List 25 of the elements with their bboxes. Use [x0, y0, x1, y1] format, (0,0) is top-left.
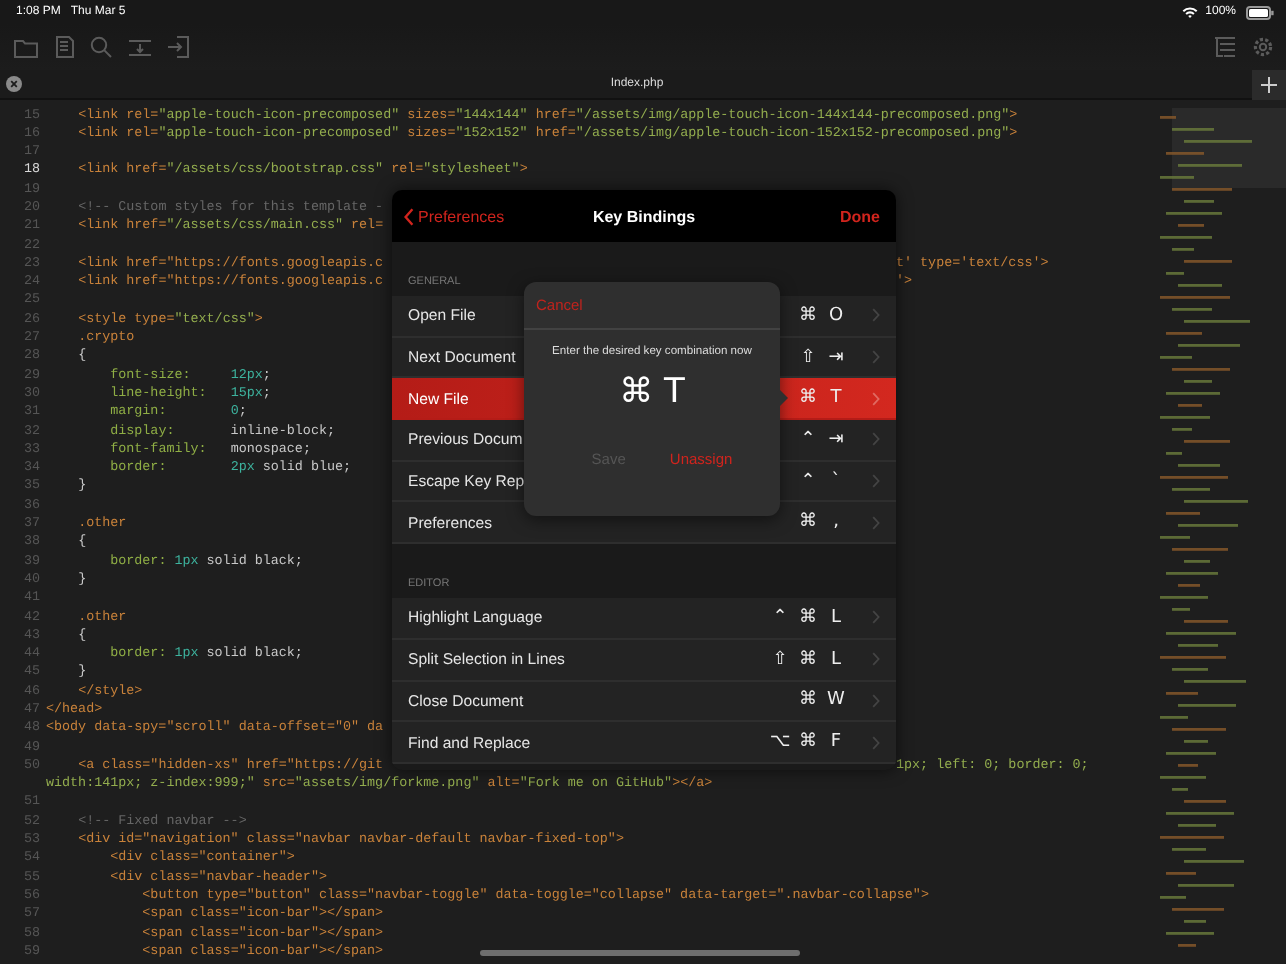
key-symbol: ⌘ [797, 690, 819, 711]
key-symbol: ⌃ [798, 429, 818, 450]
key-symbol: ⌃ [770, 607, 790, 628]
key-symbol: ⇧ [798, 347, 818, 368]
key-symbol: ⇥ [826, 429, 846, 450]
key-symbol: W [825, 690, 847, 711]
key-symbol: ⇥ [826, 347, 846, 368]
key-symbol: ⌘ [797, 732, 819, 753]
key-symbol: ⌃ [798, 471, 818, 492]
key-symbol: ⌘ [797, 388, 819, 409]
key-symbol: ⌥ [767, 732, 793, 753]
key-symbol: ⌘ [797, 607, 819, 628]
panel-title: Key Bindings [590, 207, 698, 225]
key-symbol: ` [829, 471, 843, 492]
key-symbol: ⌘ [797, 305, 819, 326]
key-symbol: ⌘ [797, 649, 819, 670]
key-symbol: T [828, 388, 844, 409]
key-combo: ⌘ T [619, 372, 685, 412]
key-symbol: , [831, 512, 841, 533]
key-symbol: L [828, 649, 843, 670]
key-symbol: O [826, 305, 846, 326]
key-symbol: ⌘ [797, 512, 819, 533]
key-symbol: ⇧ [770, 649, 790, 670]
key-symbol: F [828, 732, 844, 753]
key-symbol: L [828, 607, 843, 628]
